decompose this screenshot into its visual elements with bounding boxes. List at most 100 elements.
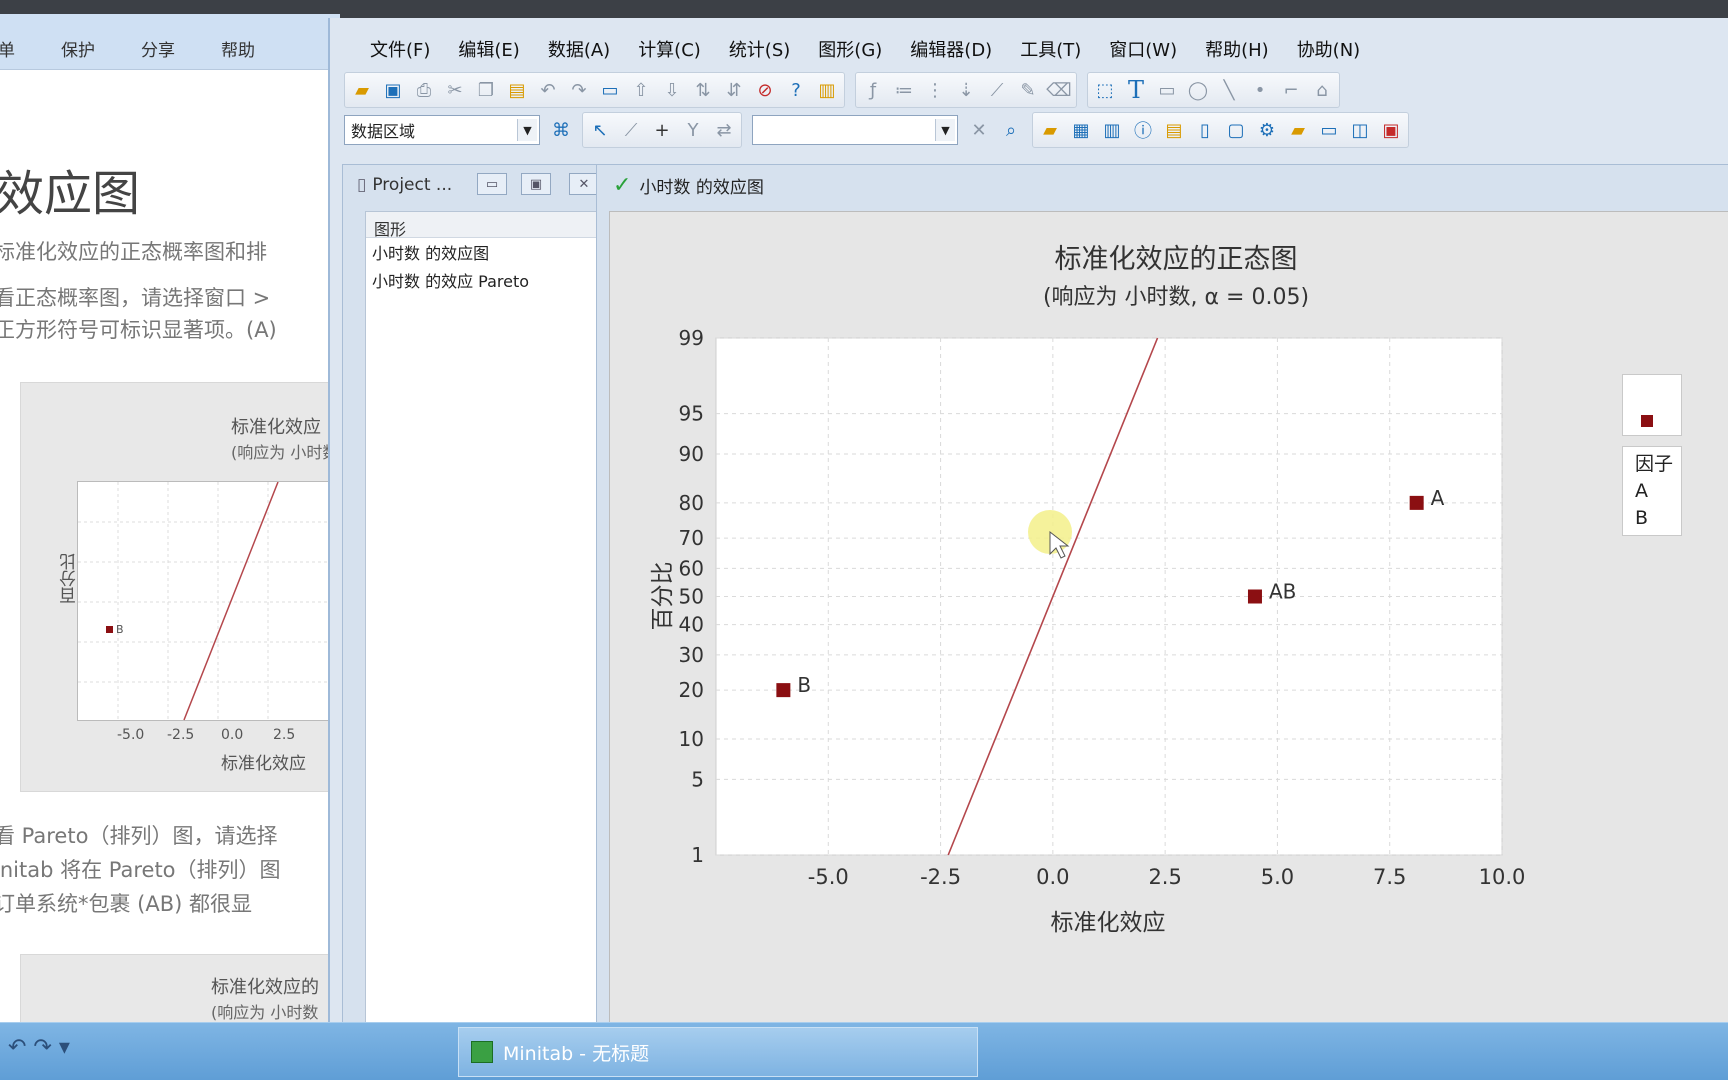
data-point bbox=[1247, 589, 1262, 604]
y-tick-label: 90 bbox=[679, 442, 704, 466]
rectangle-icon[interactable]: ▭ bbox=[1156, 79, 1178, 101]
menu-graph[interactable]: 图形(G) bbox=[818, 36, 882, 62]
project-graph-list: 图形 小时数 的效应图 小时数 的效应 Pareto bbox=[365, 211, 603, 1031]
graph-window: ✓ 小时数 的效应图 标准化效应的正态图 (响应为 小时数, α = 0.05) -… bbox=[596, 164, 1728, 1051]
select-icon[interactable]: ⬚ bbox=[1094, 79, 1116, 101]
brush-tool-icon[interactable]: ⟋ bbox=[620, 119, 642, 141]
erase-icon[interactable]: ⌫ bbox=[1046, 79, 1071, 101]
session-icon[interactable]: ▰ bbox=[1039, 119, 1061, 141]
help-menu-item[interactable]: 分享 bbox=[141, 36, 175, 61]
help-menu-item[interactable]: 保护 bbox=[61, 36, 95, 61]
mini-tick: 0.0 bbox=[221, 727, 244, 743]
toolbar-row-2: 数据区域 ▼ ⌘ ↖ ⟋ + Y ⇄ ▼ ✕ ⌕ ▰ ▦ ▥ ⓘ ▤ ▯ ▢ ⚙… bbox=[344, 110, 1409, 150]
new-doc-icon[interactable]: ▢ bbox=[1225, 119, 1247, 141]
pointer-icon[interactable]: ↖ bbox=[589, 119, 611, 141]
help-window: 单 保护 分享 帮助 效应图 标准化效应的正态概率图和排 看正态概率图，请选择窗… bbox=[0, 14, 340, 1024]
graphs-folder-icon[interactable]: ▥ bbox=[1101, 119, 1123, 141]
insert-row-icon[interactable]: ≔ bbox=[893, 79, 915, 101]
worksheet-icon[interactable]: ▦ bbox=[1070, 119, 1092, 141]
toolbar-project: ▰ ▦ ▥ ⓘ ▤ ▯ ▢ ⚙ ▰ ▭ ◫ ▣ bbox=[1032, 112, 1409, 148]
redo-icon[interactable]: ↷ bbox=[568, 79, 590, 101]
legend-effect-type bbox=[1622, 374, 1682, 436]
project-manager-title: Project ... bbox=[372, 175, 453, 195]
graph-canvas: 标准化效应的正态图 (响应为 小时数, α = 0.05) -5.0 -2.5 0.0 2… bbox=[609, 211, 1728, 1051]
mini-point-label: B bbox=[116, 623, 124, 636]
help-menu-item[interactable]: 帮助 bbox=[221, 36, 255, 61]
help-menubar: 单 保护 分享 帮助 bbox=[0, 14, 340, 70]
swap-icon[interactable]: ⇄ bbox=[713, 119, 735, 141]
x-tick-label: 7.5 bbox=[1373, 865, 1406, 889]
info-icon[interactable]: ⓘ bbox=[1132, 119, 1154, 142]
cut-icon[interactable]: ✂ bbox=[444, 79, 466, 101]
help-icon[interactable]: ? bbox=[785, 79, 807, 101]
ellipse-icon[interactable]: ◯ bbox=[1187, 79, 1209, 101]
brush-icon[interactable]: ⟋ bbox=[986, 79, 1008, 101]
id-variable-select[interactable]: ▼ bbox=[752, 115, 958, 145]
insert-col-icon[interactable]: ⋮ bbox=[924, 79, 946, 101]
tile-icon[interactable]: ◫ bbox=[1349, 119, 1371, 141]
graph-region-select[interactable]: 数据区域 ▼ bbox=[344, 115, 540, 145]
polygon-icon[interactable]: ⌂ bbox=[1311, 79, 1333, 101]
chevron-down-icon[interactable]: ▼ bbox=[517, 119, 537, 141]
text-tool-icon[interactable]: T bbox=[1125, 76, 1147, 104]
list-item[interactable]: 小时数 的效应 Pareto bbox=[366, 266, 602, 294]
history-icon[interactable]: ▤ bbox=[1163, 119, 1185, 141]
x-tick-label: -2.5 bbox=[920, 865, 961, 889]
chevron-down-icon[interactable]: ▼ bbox=[935, 119, 955, 141]
help-text-line: initab 将在 Pareto（排列）图 bbox=[0, 858, 281, 882]
menu-file[interactable]: 文件(F) bbox=[370, 36, 430, 62]
menu-data[interactable]: 数据(A) bbox=[548, 36, 610, 62]
restore-icon[interactable]: ▣ bbox=[521, 173, 551, 195]
taskbar: ↶ ↷ ▾ Minitab - 无标题 bbox=[0, 1022, 1728, 1080]
formula-icon[interactable]: ƒ bbox=[862, 79, 884, 101]
help-menu-item[interactable]: 单 bbox=[0, 36, 15, 61]
open-icon[interactable]: ▰ bbox=[351, 79, 373, 101]
replace-icon[interactable]: ⇵ bbox=[723, 79, 745, 101]
mini-chart2-title: 标准化效应的 bbox=[211, 977, 319, 998]
gear-icon[interactable]: ⚙ bbox=[1256, 119, 1278, 141]
y-tick-label: 95 bbox=[679, 402, 704, 426]
find-icon[interactable]: ⇅ bbox=[692, 79, 714, 101]
undo-icon[interactable]: ↶ bbox=[537, 79, 559, 101]
menu-edit[interactable]: 编辑(E) bbox=[458, 36, 519, 62]
close-brush-icon[interactable]: ✕ bbox=[968, 119, 990, 141]
assistant-icon[interactable]: ▥ bbox=[816, 79, 838, 101]
report-icon[interactable]: ▯ bbox=[1194, 119, 1216, 141]
window-icon[interactable]: ▭ bbox=[599, 79, 621, 101]
dot-icon[interactable]: • bbox=[1249, 79, 1271, 101]
list-item[interactable]: 小时数 的效应图 bbox=[366, 238, 602, 266]
taskbar-minitab-button[interactable]: Minitab - 无标题 bbox=[458, 1027, 978, 1077]
print-icon[interactable]: ⎙ bbox=[413, 79, 435, 101]
mini-tick: -2.5 bbox=[167, 727, 195, 743]
quick-access-toolbar[interactable]: ↶ ↷ ▾ bbox=[8, 1035, 70, 1060]
paste-icon[interactable]: ▤ bbox=[506, 79, 528, 101]
related-docs-icon[interactable]: ▰ bbox=[1287, 119, 1309, 141]
menu-help[interactable]: 帮助(H) bbox=[1205, 36, 1269, 62]
y-axis-label: 百分比 bbox=[650, 562, 676, 631]
pencil-icon[interactable]: ✎ bbox=[1017, 79, 1039, 101]
down-icon[interactable]: ⇩ bbox=[661, 79, 683, 101]
brush-select-icon[interactable]: ⌘ bbox=[550, 119, 572, 141]
copy-icon[interactable]: ❐ bbox=[475, 79, 497, 101]
crosshair-icon[interactable]: + bbox=[651, 119, 673, 141]
layout-icon[interactable]: ▭ bbox=[1318, 119, 1340, 141]
menu-stat[interactable]: 统计(S) bbox=[729, 36, 790, 62]
legend-significant-marker bbox=[1641, 415, 1653, 427]
zoom-icon[interactable]: ⌕ bbox=[1000, 119, 1022, 141]
menu-calc[interactable]: 计算(C) bbox=[638, 36, 701, 62]
polyline-icon[interactable]: ⌐ bbox=[1280, 79, 1302, 101]
sort-icon[interactable]: ⇣ bbox=[955, 79, 977, 101]
flag-icon[interactable]: Y bbox=[682, 119, 704, 141]
close-all-graphs-icon[interactable]: ▣ bbox=[1380, 119, 1402, 141]
save-icon[interactable]: ▣ bbox=[382, 79, 404, 101]
menu-editor[interactable]: 编辑器(D) bbox=[910, 36, 992, 62]
minimize-icon[interactable]: ▭ bbox=[477, 173, 507, 195]
line-icon[interactable]: ╲ bbox=[1218, 79, 1240, 101]
close-icon[interactable]: ✕ bbox=[569, 173, 599, 195]
up-icon[interactable]: ⇧ bbox=[630, 79, 652, 101]
menu-tools[interactable]: 工具(T) bbox=[1020, 36, 1081, 62]
cancel-icon[interactable]: ⊘ bbox=[754, 79, 776, 101]
mini-chart-ylabel: 百分比 bbox=[60, 553, 80, 604]
menu-assist[interactable]: 协助(N) bbox=[1297, 36, 1361, 62]
menu-window[interactable]: 窗口(W) bbox=[1109, 36, 1177, 62]
